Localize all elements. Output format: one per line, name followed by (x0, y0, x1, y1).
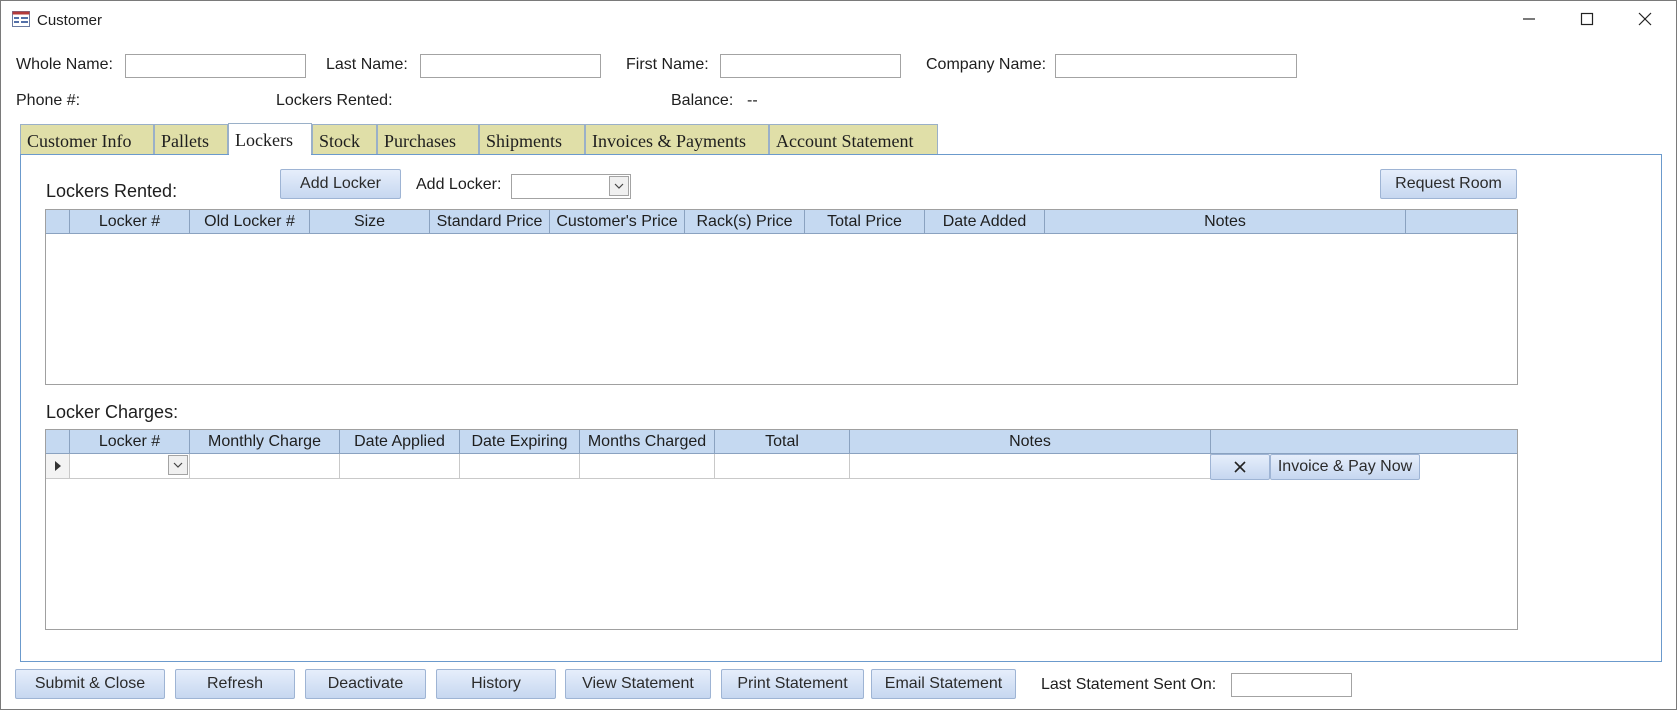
last-statement-label: Last Statement Sent On: (1041, 676, 1217, 693)
add-locker-combo[interactable] (511, 174, 631, 199)
first-name-input[interactable] (720, 54, 901, 78)
header-filler (1211, 430, 1517, 454)
first-name-label: First Name: (626, 56, 709, 73)
balance-value: -- (747, 92, 758, 109)
print-statement-button[interactable]: Print Statement (721, 669, 864, 699)
add-locker-button[interactable]: Add Locker (280, 169, 401, 199)
column-header[interactable]: Locker # (70, 210, 190, 234)
form-icon (12, 11, 30, 27)
column-header[interactable]: Monthly Charge (190, 430, 340, 454)
company-name-label: Company Name: (926, 56, 1047, 73)
monthly-charge-cell[interactable] (190, 454, 340, 479)
add-locker-label: Add Locker: (416, 176, 502, 193)
locker-number-combo[interactable] (70, 454, 190, 479)
column-header[interactable]: Old Locker # (190, 210, 310, 234)
date-applied-cell[interactable] (340, 454, 460, 479)
history-button[interactable]: History (436, 669, 556, 699)
column-header[interactable]: Date Expiring (460, 430, 580, 454)
maximize-button[interactable] (1559, 0, 1615, 38)
deactivate-button[interactable]: Deactivate (305, 669, 426, 699)
column-header[interactable]: Standard Price (430, 210, 550, 234)
last-name-label: Last Name: (326, 56, 408, 73)
whole-name-label: Whole Name: (16, 56, 113, 73)
phone-label: Phone #: (16, 92, 81, 109)
column-header[interactable]: Months Charged (580, 430, 715, 454)
minimize-button[interactable] (1501, 0, 1557, 38)
window-title: Customer (37, 12, 103, 29)
column-header[interactable]: Rack(s) Price (685, 210, 805, 234)
minimize-icon (1523, 18, 1535, 20)
column-header[interactable]: Size (310, 210, 430, 234)
record-selector[interactable] (46, 454, 70, 479)
months-charged-cell[interactable] (580, 454, 715, 479)
column-header[interactable]: Locker # (70, 430, 190, 454)
close-icon (1638, 12, 1652, 26)
record-selector-header (46, 430, 70, 454)
record-pointer-icon (55, 461, 61, 471)
tab-customer-info[interactable]: Customer Info (20, 124, 154, 155)
last-statement-date-input[interactable] (1231, 673, 1352, 697)
whole-name-input[interactable] (125, 54, 306, 78)
column-header[interactable]: Date Added (925, 210, 1045, 234)
request-room-button[interactable]: Request Room (1380, 169, 1517, 199)
tab-invoices-payments[interactable]: Invoices & Payments (585, 124, 769, 155)
tab-shipments[interactable]: Shipments (479, 124, 585, 155)
total-cell[interactable] (715, 454, 850, 479)
record-selector-header (46, 210, 70, 234)
invoice-pay-now-button[interactable]: Invoice & Pay Now (1270, 454, 1420, 480)
lockers-rented-label: Lockers Rented: (276, 92, 393, 109)
delete-charge-button[interactable] (1210, 454, 1270, 480)
company-name-input[interactable] (1055, 54, 1297, 78)
chevron-down-icon (173, 462, 183, 468)
column-header[interactable]: Customer's Price (550, 210, 685, 234)
tab-account-statement[interactable]: Account Statement (769, 124, 938, 155)
last-name-input[interactable] (420, 54, 601, 78)
close-button[interactable] (1617, 0, 1673, 38)
column-header[interactable]: Notes (850, 430, 1211, 454)
lockers-rented-grid: Locker # Old Locker # Size Standard Pric… (45, 209, 1518, 385)
locker-charges-section-label: Locker Charges: (46, 402, 179, 422)
tab-lockers[interactable]: Lockers (228, 123, 312, 156)
add-locker-dropdown-button[interactable] (609, 176, 629, 196)
maximize-icon (1580, 12, 1594, 26)
lockers-rented-section-label: Lockers Rented: (46, 181, 178, 201)
notes-cell[interactable] (850, 454, 1211, 479)
email-statement-button[interactable]: Email Statement (871, 669, 1016, 699)
tab-pallets[interactable]: Pallets (154, 124, 228, 155)
chevron-down-icon (614, 183, 624, 189)
tab-purchases[interactable]: Purchases (377, 124, 479, 155)
active-tab-join (229, 153, 311, 156)
submit-close-button[interactable]: Submit & Close (15, 669, 165, 699)
delete-x-icon (1234, 461, 1246, 473)
view-statement-button[interactable]: View Statement (565, 669, 711, 699)
tab-stock[interactable]: Stock (312, 124, 377, 155)
column-header[interactable]: Total Price (805, 210, 925, 234)
refresh-button[interactable]: Refresh (175, 669, 295, 699)
date-expiring-cell[interactable] (460, 454, 580, 479)
locker-number-dropdown-button[interactable] (168, 455, 188, 475)
column-header[interactable]: Notes (1045, 210, 1406, 234)
balance-label: Balance: (671, 92, 734, 109)
header-filler (1406, 210, 1517, 234)
column-header[interactable]: Date Applied (340, 430, 460, 454)
column-header[interactable]: Total (715, 430, 850, 454)
